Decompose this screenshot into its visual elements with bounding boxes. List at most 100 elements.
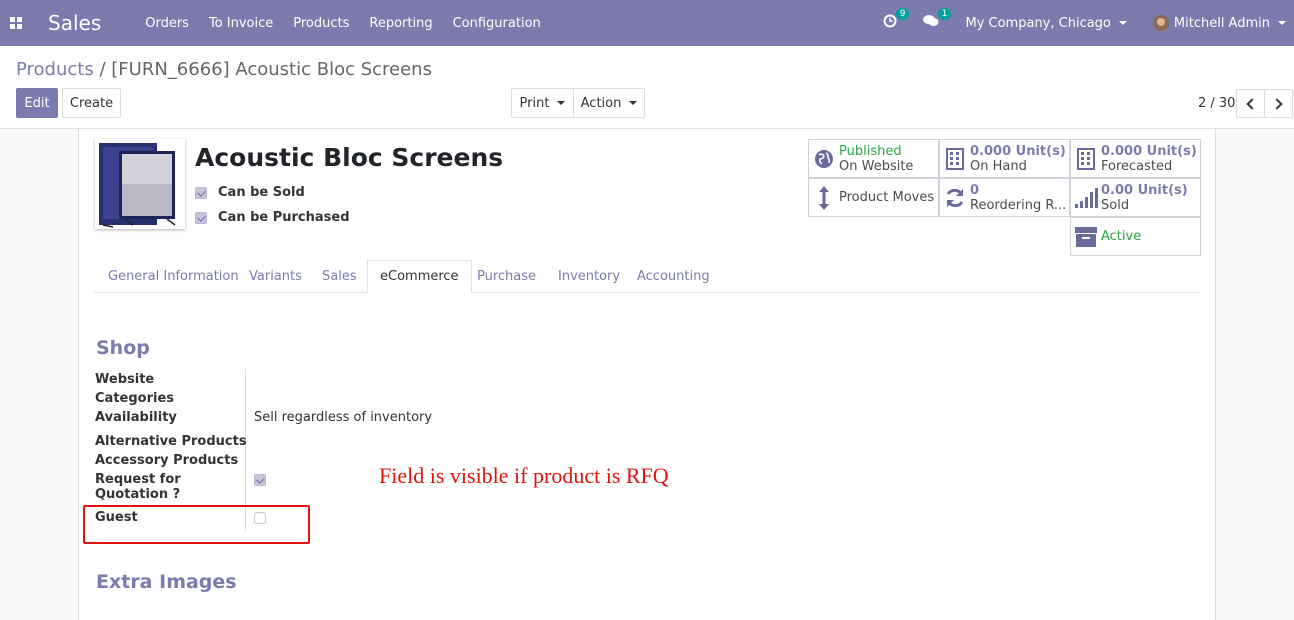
print-dropdown[interactable]: Print (511, 88, 574, 118)
caret-down-icon (557, 101, 566, 105)
on-hand-value: 0.000 (970, 143, 1012, 159)
menu-configuration[interactable]: Configuration (453, 16, 541, 31)
can-be-purchased-row: Can be Purchased (195, 210, 350, 225)
breadcrumb-current: [FURN_6666] Acoustic Bloc Screens (111, 59, 432, 80)
breadcrumb: Products / [FURN_6666] Acoustic Bloc Scr… (16, 59, 432, 80)
menu-to-invoice[interactable]: To Invoice (209, 16, 273, 31)
categories-label: Categories (95, 391, 175, 406)
message-badge: 1 (937, 8, 952, 20)
company-name: My Company, Chicago (965, 15, 1111, 31)
on-hand-unit: Unit(s) (1015, 143, 1066, 159)
reordering-label: Reordering R... (970, 197, 1067, 213)
chevron-left-icon (1246, 97, 1258, 110)
chevron-right-icon (1271, 97, 1283, 110)
company-switcher[interactable]: My Company, Chicago (965, 15, 1127, 31)
menu-orders[interactable]: Orders (145, 16, 189, 31)
activity-menu[interactable]: 9 (883, 8, 910, 32)
sold-value: 0.00 (1101, 182, 1134, 198)
user-menu[interactable]: Mitchell Admin (1152, 15, 1286, 31)
can-be-sold-checkbox[interactable] (195, 186, 207, 199)
tab-purchase[interactable]: Purchase (477, 260, 536, 293)
product-moves-label: Product Moves (839, 190, 935, 205)
apps-menu-icon[interactable] (0, 0, 32, 46)
highlight-box (83, 505, 310, 544)
request-for-quotation-checkbox[interactable] (254, 474, 266, 486)
notebook-tabs: General Information Variants Sales eComm… (94, 260, 1200, 293)
bar-chart-icon (1071, 187, 1101, 209)
product-moves-button[interactable]: Product Moves (808, 178, 939, 217)
reordering-value: 0 (970, 182, 980, 198)
alternative-products-label: Alternative Products (95, 434, 247, 449)
availability-value[interactable]: Sell regardless of inventory (254, 410, 432, 425)
accessory-products-label: Accessory Products (95, 453, 239, 468)
create-button[interactable]: Create (62, 88, 121, 118)
tab-general-information[interactable]: General Information (108, 260, 239, 293)
product-photo (95, 139, 185, 229)
menu-reporting[interactable]: Reporting (369, 16, 432, 31)
shop-section-title: Shop (96, 337, 150, 359)
published-button[interactable]: Published On Website (808, 139, 939, 178)
tab-inventory[interactable]: Inventory (558, 260, 620, 293)
form-sheet: Acoustic Bloc Screens Can be Sold Can be… (78, 129, 1216, 620)
tab-sales[interactable]: Sales (322, 260, 357, 293)
user-name: Mitchell Admin (1173, 15, 1270, 31)
archive-icon (1071, 226, 1101, 247)
annotation-text: Field is visible if product is RFQ (379, 463, 669, 488)
caret-down-icon (629, 101, 638, 105)
reordering-button[interactable]: 0 Reordering R... (939, 178, 1070, 217)
arrows-vertical-icon (809, 185, 839, 211)
pager-next-button[interactable] (1264, 89, 1293, 118)
menu-products[interactable]: Products (293, 16, 349, 31)
print-label: Print (519, 95, 550, 111)
on-hand-button[interactable]: 0.000 Unit(s) On Hand (939, 139, 1070, 178)
tab-ecommerce[interactable]: eCommerce (367, 260, 472, 293)
can-be-sold-label: Can be Sold (218, 185, 305, 200)
comments-icon (923, 15, 939, 26)
rfq-label-line1: Request for (95, 472, 181, 487)
forecasted-label: Forecasted (1101, 158, 1173, 174)
tab-accounting[interactable]: Accounting (637, 260, 710, 293)
website-label: Website (95, 372, 155, 387)
pager-value[interactable]: 2 / 30 (1198, 96, 1235, 111)
building-icon (1071, 147, 1101, 170)
activity-badge: 9 (895, 8, 910, 20)
action-dropdown[interactable]: Action (573, 88, 645, 118)
active-toggle-button[interactable]: Active (1070, 217, 1201, 256)
rfq-label-line2: Quotation ? (95, 487, 181, 502)
clock-icon (883, 14, 897, 28)
availability-label: Availability (95, 410, 177, 425)
forecasted-unit: Unit(s) (1146, 143, 1197, 159)
request-for-quotation-label: Request for Quotation ? (95, 472, 181, 502)
can-be-sold-row: Can be Sold (195, 185, 305, 200)
caret-down-icon (1118, 21, 1127, 25)
control-panel: Products / [FURN_6666] Acoustic Bloc Scr… (0, 46, 1294, 129)
refresh-icon (940, 187, 970, 209)
caret-down-icon (1278, 21, 1286, 25)
product-image[interactable] (95, 139, 185, 229)
sold-button[interactable]: 0.00 Unit(s) Sold (1070, 178, 1201, 217)
breadcrumb-separator: / (99, 59, 106, 80)
top-navbar: Sales Orders To Invoice Products Reporti… (0, 0, 1294, 46)
extra-images-section-title: Extra Images (96, 571, 237, 593)
edit-button[interactable]: Edit (16, 88, 58, 118)
can-be-purchased-label: Can be Purchased (218, 210, 350, 225)
globe-icon (809, 149, 839, 169)
on-hand-label: On Hand (970, 158, 1027, 174)
published-sub: On Website (839, 158, 914, 174)
action-label: Action (580, 95, 622, 111)
can-be-purchased-checkbox[interactable] (195, 211, 207, 224)
product-name: Acoustic Bloc Screens (195, 143, 504, 172)
forecasted-value: 0.000 (1101, 143, 1143, 159)
forecasted-button[interactable]: 0.000 Unit(s) Forecasted (1070, 139, 1201, 178)
avatar (1152, 15, 1169, 31)
app-name[interactable]: Sales (48, 11, 101, 35)
building-icon (940, 147, 970, 170)
pager-previous-button[interactable] (1236, 89, 1265, 118)
sold-unit: Unit(s) (1137, 182, 1188, 198)
sold-label: Sold (1101, 197, 1130, 213)
messaging-menu[interactable]: 1 (923, 8, 952, 32)
breadcrumb-products[interactable]: Products (16, 59, 94, 80)
tab-variants[interactable]: Variants (249, 260, 302, 293)
published-status: Published (839, 143, 902, 159)
active-label: Active (1101, 229, 1142, 244)
